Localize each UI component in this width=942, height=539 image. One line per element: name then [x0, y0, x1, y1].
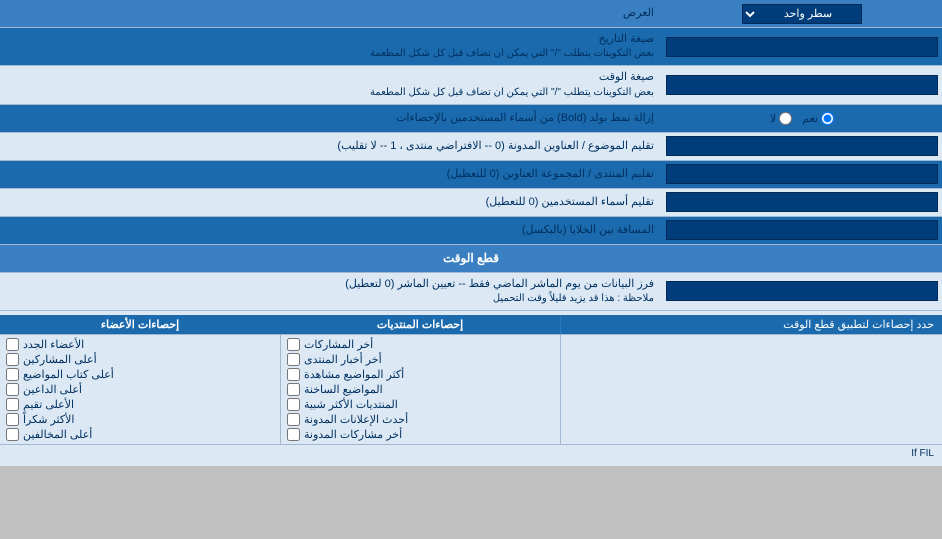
checkbox-item: أحدث الإعلانات المدونة: [287, 412, 554, 427]
limit-empty-col: [560, 335, 942, 444]
checkbox-item: أكثر المواضيع مشاهدة: [287, 367, 554, 382]
bold-radio-cell: نعم لا: [662, 110, 942, 127]
checkbox-last-news[interactable]: [287, 353, 300, 366]
checkbox-item: المنتديات الأكثر شبية: [287, 397, 554, 412]
bold-no-label[interactable]: لا: [770, 112, 792, 125]
footer-note: If FIL: [0, 444, 942, 462]
topic-titles-label: تقليم الموضوع / العناوين المدونة (0 -- ا…: [0, 135, 662, 158]
topic-titles-input[interactable]: 33: [666, 136, 938, 156]
checkbox-top-inviters[interactable]: [6, 383, 19, 396]
cutoff-days-row: 0 فرز البيانات من يوم الماشر الماضي فقط …: [0, 273, 942, 311]
checkbox-item: الأعلى تقيم: [6, 397, 274, 412]
bold-yes-label[interactable]: نعم: [802, 112, 834, 125]
forum-usernames-label: تقليم المنتدى / المجموعة العناوين (0 للت…: [0, 163, 662, 186]
time-format-input[interactable]: H:i: [666, 75, 938, 95]
header-row: سطر واحد سطرين ثلاثة أسطر العرض: [0, 0, 942, 28]
bold-radio-group: نعم لا: [770, 112, 834, 125]
bold-remove-label: إزالة نمط بولد (Bold) من أسماء المستخدمي…: [0, 107, 662, 130]
checkbox-latest-announcements[interactable]: [287, 413, 300, 426]
checkbox-last-blog-posts[interactable]: [287, 428, 300, 441]
date-format-label: صيغة التاريخ بعض التكوينات يتطلب "/" الت…: [0, 28, 662, 65]
forum-usernames-row: 33 تقليم المنتدى / المجموعة العناوين (0 …: [0, 161, 942, 189]
checkbox-item: الأكثر شكراً: [6, 412, 274, 427]
checkboxes-section: حدد إحصاءات لتطبيق قطع الوقت إحصاءات الم…: [0, 311, 942, 466]
col1-header: إحصاءات الأعضاء: [0, 315, 280, 334]
checkbox-item: أعلى كتاب المواضيع: [6, 367, 274, 382]
date-format-input-cell[interactable]: d-m: [662, 35, 942, 59]
cell-spacing-input[interactable]: 2: [666, 220, 938, 240]
date-format-input[interactable]: d-m: [666, 37, 938, 57]
checkbox-item: أخر أخبار المنتدى: [287, 352, 554, 367]
bold-remove-row: نعم لا إزالة نمط بولد (Bold) من أسماء ال…: [0, 105, 942, 133]
cell-spacing-row: 2 المسافة بين الخلايا (بالبكسل): [0, 217, 942, 245]
display-select-cell[interactable]: سطر واحد سطرين ثلاثة أسطر: [662, 2, 942, 26]
bold-no-radio[interactable]: [779, 112, 792, 125]
cell-spacing-label: المسافة بين الخلايا (بالبكسل): [0, 219, 662, 242]
display-select[interactable]: سطر واحد سطرين ثلاثة أسطر: [742, 4, 862, 24]
col2-header: إحصاءات المنتديات: [280, 315, 560, 334]
checkbox-new-members[interactable]: [6, 338, 19, 351]
checkbox-item: أعلى الداعين: [6, 382, 274, 397]
forum-usernames-input[interactable]: 33: [666, 164, 938, 184]
usernames-trim-row: 0 تقليم أسماء المستخدمين (0 للتعطيل): [0, 189, 942, 217]
cutoff-section-header: قطع الوقت: [0, 245, 942, 273]
main-container: سطر واحد سطرين ثلاثة أسطر العرض d-m صيغة…: [0, 0, 942, 466]
checkboxes-limit-label: حدد إحصاءات لتطبيق قطع الوقت: [560, 315, 942, 334]
cutoff-days-input-cell[interactable]: 0: [662, 279, 942, 303]
time-format-row: H:i صيغة الوقت بعض التكوينات يتطلب "/" ا…: [0, 66, 942, 104]
header-label: العرض: [0, 2, 662, 25]
checkbox-item: أخر مشاركات المدونة: [287, 427, 554, 442]
checkboxes-body: أخر المشاركات أخر أخبار المنتدى أكثر الم…: [0, 335, 942, 444]
topic-titles-row: 33 تقليم الموضوع / العناوين المدونة (0 -…: [0, 133, 942, 161]
cutoff-days-label: فرز البيانات من يوم الماشر الماضي فقط --…: [0, 273, 662, 310]
checkbox-top-violators[interactable]: [6, 428, 19, 441]
cell-spacing-input-cell[interactable]: 2: [662, 218, 942, 242]
usernames-trim-label: تقليم أسماء المستخدمين (0 للتعطيل): [0, 191, 662, 214]
date-format-row: d-m صيغة التاريخ بعض التكوينات يتطلب "/"…: [0, 28, 942, 66]
members-stats-col: الأعضاء الجدد أعلى المشاركين أعلى كتاب ا…: [0, 335, 280, 444]
forum-usernames-input-cell[interactable]: 33: [662, 162, 942, 186]
checkbox-hot-topics[interactable]: [287, 383, 300, 396]
topic-titles-input-cell[interactable]: 33: [662, 134, 942, 158]
checkbox-item: أعلى المخالفين: [6, 427, 274, 442]
usernames-trim-input[interactable]: 0: [666, 192, 938, 212]
cutoff-days-input[interactable]: 0: [666, 281, 938, 301]
time-format-input-cell[interactable]: H:i: [662, 73, 942, 97]
time-format-label: صيغة الوقت بعض التكوينات يتطلب "/" التي …: [0, 66, 662, 103]
checkbox-item: أخر المشاركات: [287, 337, 554, 352]
checkbox-most-active-forums[interactable]: [287, 398, 300, 411]
usernames-trim-input-cell[interactable]: 0: [662, 190, 942, 214]
checkbox-item: الأعضاء الجدد: [6, 337, 274, 352]
forums-stats-col: أخر المشاركات أخر أخبار المنتدى أكثر الم…: [280, 335, 560, 444]
bold-yes-radio[interactable]: [821, 112, 834, 125]
checkbox-most-viewed[interactable]: [287, 368, 300, 381]
checkbox-top-topic-writers[interactable]: [6, 368, 19, 381]
checkboxes-limit-row: حدد إحصاءات لتطبيق قطع الوقت إحصاءات الم…: [0, 315, 942, 335]
checkbox-item: المواضيع الساخنة: [287, 382, 554, 397]
checkbox-last-posts[interactable]: [287, 338, 300, 351]
checkbox-most-thanked[interactable]: [6, 413, 19, 426]
checkbox-top-rated[interactable]: [6, 398, 19, 411]
checkbox-top-posters[interactable]: [6, 353, 19, 366]
checkbox-item: أعلى المشاركين: [6, 352, 274, 367]
